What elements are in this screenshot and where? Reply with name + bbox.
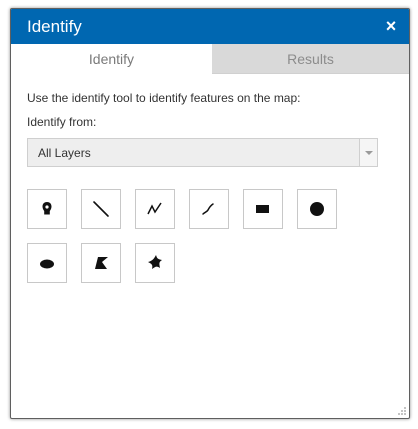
tool-extent-button[interactable] <box>243 189 283 229</box>
line-icon <box>93 201 109 217</box>
tool-line-button[interactable] <box>81 189 121 229</box>
layer-select[interactable]: All Layers <box>27 138 378 167</box>
point-marker-icon <box>42 202 52 215</box>
ellipse-icon <box>40 259 54 269</box>
identify-description: Use the identify tool to identify featur… <box>27 91 301 105</box>
tab-strip: Identify Results <box>11 44 409 74</box>
circle-icon <box>310 202 324 216</box>
identify-content: Use the identify tool to identify featur… <box>27 91 397 283</box>
title-bar[interactable]: Identify × <box>11 9 409 44</box>
rectangle-icon <box>256 205 269 213</box>
identify-from-label: Identify from: <box>27 115 97 129</box>
freehand-line-icon <box>202 203 214 215</box>
tool-point-button[interactable] <box>27 189 67 229</box>
resize-grip-icon[interactable] <box>397 406 407 416</box>
tool-freehand-polygon-button[interactable] <box>135 243 175 283</box>
layer-select-value: All Layers <box>38 146 91 160</box>
polygon-icon <box>95 257 108 269</box>
identify-panel: Identify × Identify Results Use the iden… <box>10 8 410 419</box>
tool-ellipse-button[interactable] <box>27 243 67 283</box>
tool-freehand-line-button[interactable] <box>189 189 229 229</box>
tool-polygon-button[interactable] <box>81 243 121 283</box>
freehand-polygon-icon <box>148 255 162 269</box>
panel-title: Identify <box>27 17 82 36</box>
dropdown-arrow-icon[interactable] <box>359 139 377 166</box>
tab-results[interactable]: Results <box>212 44 409 74</box>
tab-identify[interactable]: Identify <box>11 44 212 74</box>
close-button[interactable]: × <box>382 16 400 36</box>
tool-circle-button[interactable] <box>297 189 337 229</box>
polyline-icon <box>147 202 162 215</box>
tool-polyline-button[interactable] <box>135 189 175 229</box>
